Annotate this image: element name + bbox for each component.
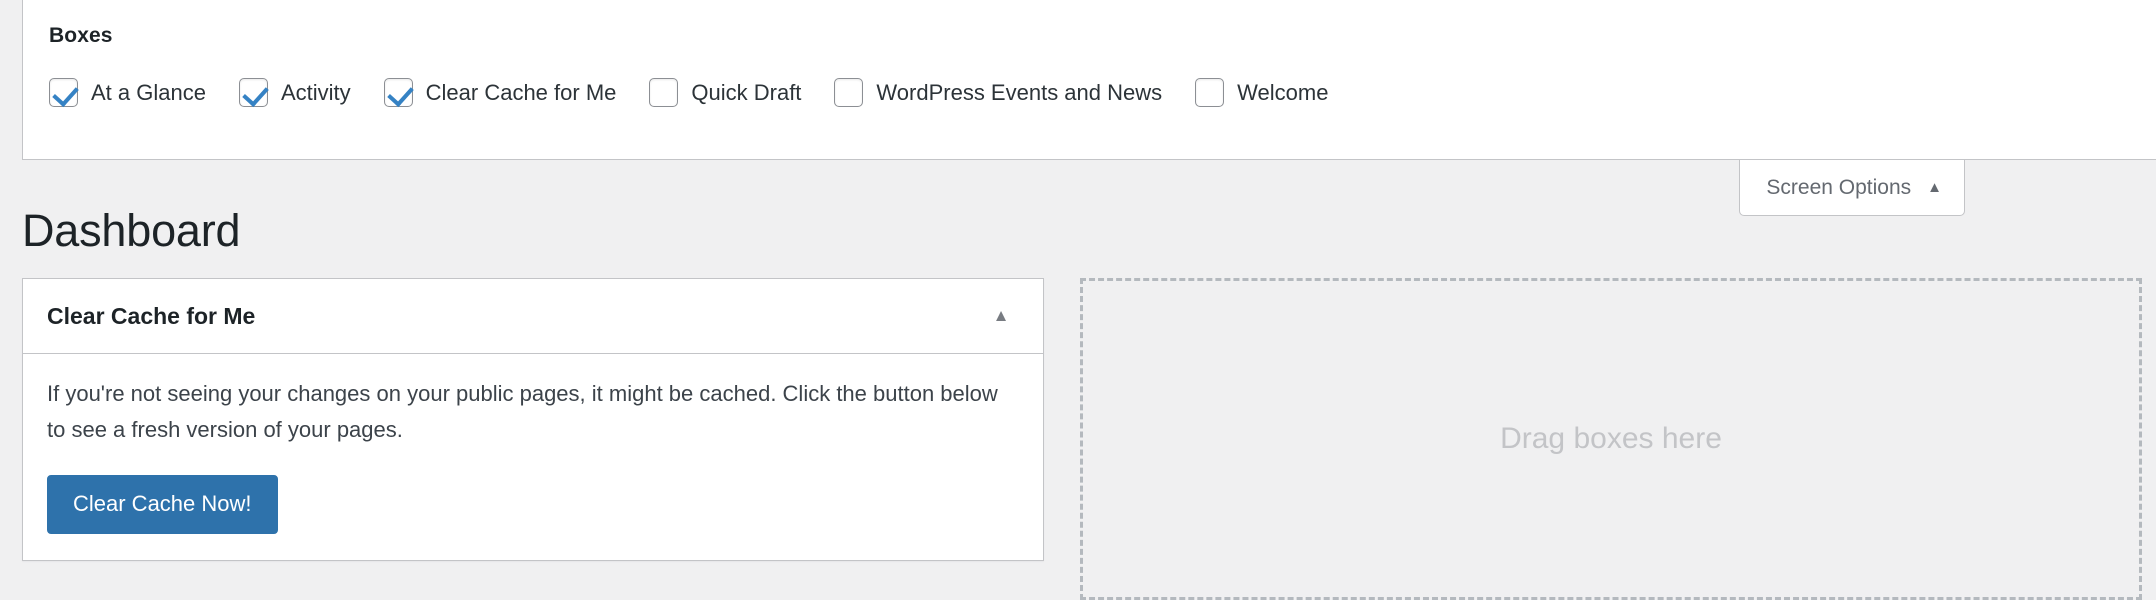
box-option-label-clear-cache-for-me: Clear Cache for Me xyxy=(425,79,617,105)
checkbox-quick-draft[interactable] xyxy=(649,78,679,108)
postbox-clear-cache-for-me: Clear Cache for Me ▲ If you're not seein… xyxy=(22,278,1044,562)
checkbox-wordpress-events-and-news[interactable] xyxy=(834,78,864,108)
box-option-label-at-a-glance: At a Glance xyxy=(91,79,206,105)
clear-cache-now-button[interactable]: Clear Cache Now! xyxy=(47,475,278,535)
dashboard-column-two: Drag boxes here xyxy=(1080,278,2142,600)
caret-up-icon: ▲ xyxy=(1927,179,1942,196)
dashboard-widgets-area: Clear Cache for Me ▲ If you're not seein… xyxy=(22,278,2142,600)
postbox-toggle-icon[interactable]: ▲ xyxy=(977,292,1025,340)
checkbox-at-a-glance[interactable] xyxy=(49,78,78,108)
boxes-checkbox-list: At a Glance Activity Clear Cache for Me … xyxy=(49,78,2156,108)
screen-options-tab-label: Screen Options xyxy=(1766,176,1912,199)
dropzone-label: Drag boxes here xyxy=(1500,422,1722,455)
box-option-quick-draft[interactable]: Quick Draft xyxy=(649,78,802,108)
page-title: Dashboard xyxy=(22,205,241,256)
checkbox-activity[interactable] xyxy=(238,78,268,108)
dashboard-dropzone[interactable]: Drag boxes here xyxy=(1080,278,2142,600)
box-option-clear-cache-for-me[interactable]: Clear Cache for Me xyxy=(383,78,617,108)
box-option-label-activity: Activity xyxy=(280,79,351,105)
screen-options-panel-inner: Boxes At a Glance Activity Clear Cache f… xyxy=(23,0,2156,108)
box-option-welcome[interactable]: Welcome xyxy=(1195,78,1329,108)
screen-options-panel: Boxes At a Glance Activity Clear Cache f… xyxy=(22,0,2156,160)
clear-cache-description: If you're not seeing your changes on you… xyxy=(47,381,998,442)
postbox-title-clear-cache-for-me: Clear Cache for Me xyxy=(47,302,256,329)
postbox-body-clear-cache-for-me: If you're not seeing your changes on you… xyxy=(23,354,1043,560)
box-option-label-welcome: Welcome xyxy=(1237,79,1329,105)
checkbox-welcome[interactable] xyxy=(1195,78,1225,108)
box-option-activity[interactable]: Activity xyxy=(238,78,351,108)
box-option-at-a-glance[interactable]: At a Glance xyxy=(49,78,206,108)
dashboard-column-one: Clear Cache for Me ▲ If you're not seein… xyxy=(22,278,1044,600)
box-option-label-quick-draft: Quick Draft xyxy=(691,79,802,105)
postbox-header-clear-cache-for-me[interactable]: Clear Cache for Me ▲ xyxy=(23,279,1043,354)
boxes-section-title: Boxes xyxy=(49,24,113,47)
checkbox-clear-cache-for-me[interactable] xyxy=(383,78,413,108)
screen-options-tab[interactable]: Screen Options ▲ xyxy=(1739,160,1965,216)
box-option-label-wordpress-events-and-news: WordPress Events and News xyxy=(876,79,1163,105)
box-option-wordpress-events-and-news[interactable]: WordPress Events and News xyxy=(834,78,1163,108)
